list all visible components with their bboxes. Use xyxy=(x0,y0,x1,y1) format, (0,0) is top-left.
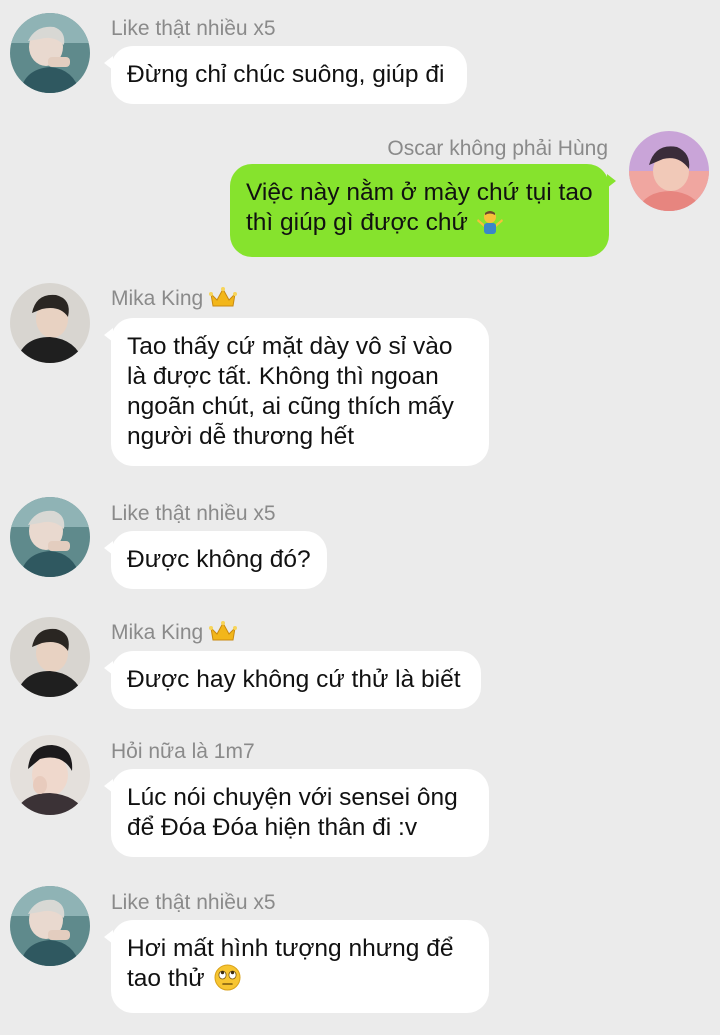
sender-name: Mika King xyxy=(111,620,238,649)
message-text: Đừng chỉ chúc suông, giúp đi xyxy=(127,61,445,88)
avatar-like-that-nhieu[interactable] xyxy=(10,497,90,577)
message-bubble[interactable]: Hơi mất hình tượng nhưng để tao thử xyxy=(104,920,489,1013)
avatar-hoi-nua-la-1m7[interactable] xyxy=(10,735,90,815)
person-shrugging-emoji xyxy=(476,209,503,243)
avatar-image xyxy=(10,886,90,966)
message-bubble-outgoing[interactable]: Việc này nằm ở mày chứ tụi tao thì giúp … xyxy=(230,164,616,257)
message-text: Được không đó? xyxy=(127,546,311,573)
sender-name: Mika King xyxy=(111,286,238,315)
message-bubble[interactable]: Được hay không cứ thử là biết xyxy=(104,651,481,709)
avatar-mika-king[interactable] xyxy=(10,617,90,697)
crown-icon xyxy=(209,286,238,315)
avatar-image xyxy=(10,617,90,697)
sender-name: Oscar không phải Hùng xyxy=(387,137,608,160)
avatar-oscar[interactable] xyxy=(629,131,709,211)
message-bubble[interactable]: Đừng chỉ chúc suông, giúp đi xyxy=(104,46,467,104)
avatar-image xyxy=(629,131,709,211)
avatar-mika-king[interactable] xyxy=(10,283,90,363)
message-bubble[interactable]: Được không đó? xyxy=(104,531,327,589)
avatar-like-that-nhieu[interactable] xyxy=(10,886,90,966)
face-with-rolling-eyes-emoji xyxy=(214,964,241,999)
message-text: Được hay không cứ thử là biết xyxy=(127,666,461,693)
avatar-image xyxy=(10,13,90,93)
message-text: Hơi mất hình tượng nhưng để tao thử xyxy=(127,935,454,992)
message-bubble[interactable]: Tao thấy cứ mặt dày vô sỉ vào là được tấ… xyxy=(104,318,489,466)
sender-name-text: Mika King xyxy=(111,287,204,310)
sender-name-text: Mika King xyxy=(111,621,204,644)
avatar-image xyxy=(10,283,90,363)
message-text: Lúc nói chuyện với sensei ông để Đóa Đóa… xyxy=(127,784,458,841)
message-bubble[interactable]: Lúc nói chuyện với sensei ông để Đóa Đóa… xyxy=(104,769,489,857)
avatar-image xyxy=(10,497,90,577)
avatar-image xyxy=(10,735,90,815)
avatar-like-that-nhieu[interactable] xyxy=(10,13,90,93)
sender-name: Like thật nhiều x5 xyxy=(111,891,276,914)
sender-name: Like thật nhiều x5 xyxy=(111,502,276,525)
sender-name: Like thật nhiều x5 xyxy=(111,17,276,40)
message-text: Việc này nằm ở mày chứ tụi tao thì giúp … xyxy=(246,179,593,236)
crown-icon xyxy=(209,620,238,649)
chat-thread: Like thật nhiều x5 Đừng chỉ chúc suông, … xyxy=(0,0,720,1035)
sender-name: Hỏi nữa là 1m7 xyxy=(111,740,255,763)
message-text: Tao thấy cứ mặt dày vô sỉ vào là được tấ… xyxy=(127,333,454,450)
